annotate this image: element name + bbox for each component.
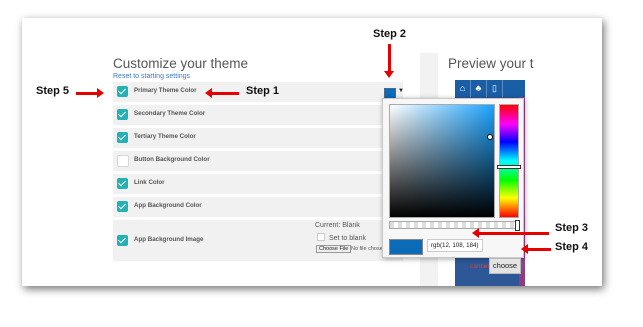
row-tertiary-theme-color: Tertiary Theme Color xyxy=(113,128,403,148)
hue-slider[interactable] xyxy=(499,104,519,218)
set-blank-checkbox[interactable] xyxy=(317,233,325,241)
row-link-color: Link Color xyxy=(113,174,403,194)
sitemap-icon[interactable]: ♣ xyxy=(471,80,487,97)
step5-label: Step 5 xyxy=(36,85,70,97)
alpha-slider[interactable] xyxy=(389,220,520,231)
row-app-background-color: App Background Color xyxy=(113,197,403,217)
row-label: App Background Image xyxy=(134,236,204,243)
row-app-background-image: App Background Image Current: Blank Set … xyxy=(113,220,403,261)
step1-arrow xyxy=(205,88,239,98)
no-file-text: No file chosen xyxy=(351,246,386,252)
row-secondary-theme-color: Secondary Theme Color xyxy=(113,105,403,125)
set-blank-label: Set to blank xyxy=(329,235,366,242)
row-label: Primary Theme Color xyxy=(134,87,197,94)
screenshot-frame: Customize your theme Reset to starting s… xyxy=(22,18,602,286)
home-icon[interactable]: ⌂ xyxy=(455,80,471,97)
link-color-checkbox[interactable] xyxy=(117,178,128,189)
choose-file-button[interactable]: Choose File xyxy=(316,245,352,253)
preview-toolbar: ⌂ ♣ ▯ xyxy=(455,80,525,97)
bg-image-current: Current: Blank xyxy=(315,222,360,229)
step5-arrow xyxy=(76,88,104,98)
step2-label: Step 2 xyxy=(373,28,407,40)
row-label: Button Background Color xyxy=(134,156,210,163)
app-bg-image-checkbox[interactable] xyxy=(117,235,128,246)
row-label: Tertiary Theme Color xyxy=(134,133,196,140)
row-label: Link Color xyxy=(134,179,165,186)
selected-color-preview xyxy=(389,239,423,255)
mobile-icon[interactable]: ▯ xyxy=(487,80,503,97)
preview-title: Preview your t xyxy=(448,56,534,71)
tertiary-color-checkbox[interactable] xyxy=(117,132,128,143)
color-value-input[interactable] xyxy=(427,239,483,252)
step2-arrow xyxy=(384,44,394,78)
picker-cursor[interactable] xyxy=(487,134,493,140)
step4-arrow xyxy=(521,244,551,254)
primary-color-checkbox[interactable] xyxy=(117,86,128,97)
row-label: App Background Color xyxy=(134,202,202,209)
hue-marker[interactable] xyxy=(497,165,521,169)
reset-link[interactable]: Reset to starting settings xyxy=(113,73,190,80)
saturation-value-area[interactable] xyxy=(389,104,495,218)
set-blank-option[interactable]: Set to blank xyxy=(317,233,366,242)
page-title: Customize your theme xyxy=(113,56,249,71)
step1-label: Step 1 xyxy=(246,85,280,97)
step3-arrow xyxy=(472,228,549,238)
row-button-background-color: Button Background Color xyxy=(113,151,403,171)
chevron-down-icon[interactable]: ▼ xyxy=(398,88,404,94)
button-bg-color-checkbox[interactable] xyxy=(117,155,129,167)
row-label: Secondary Theme Color xyxy=(134,110,206,117)
app-bg-color-checkbox[interactable] xyxy=(117,201,128,212)
secondary-color-checkbox[interactable] xyxy=(117,109,128,120)
step4-label: Step 4 xyxy=(555,241,589,253)
step3-label: Step 3 xyxy=(555,222,589,234)
choose-button[interactable]: choose xyxy=(489,258,521,274)
cancel-link[interactable]: cancel xyxy=(470,263,489,270)
